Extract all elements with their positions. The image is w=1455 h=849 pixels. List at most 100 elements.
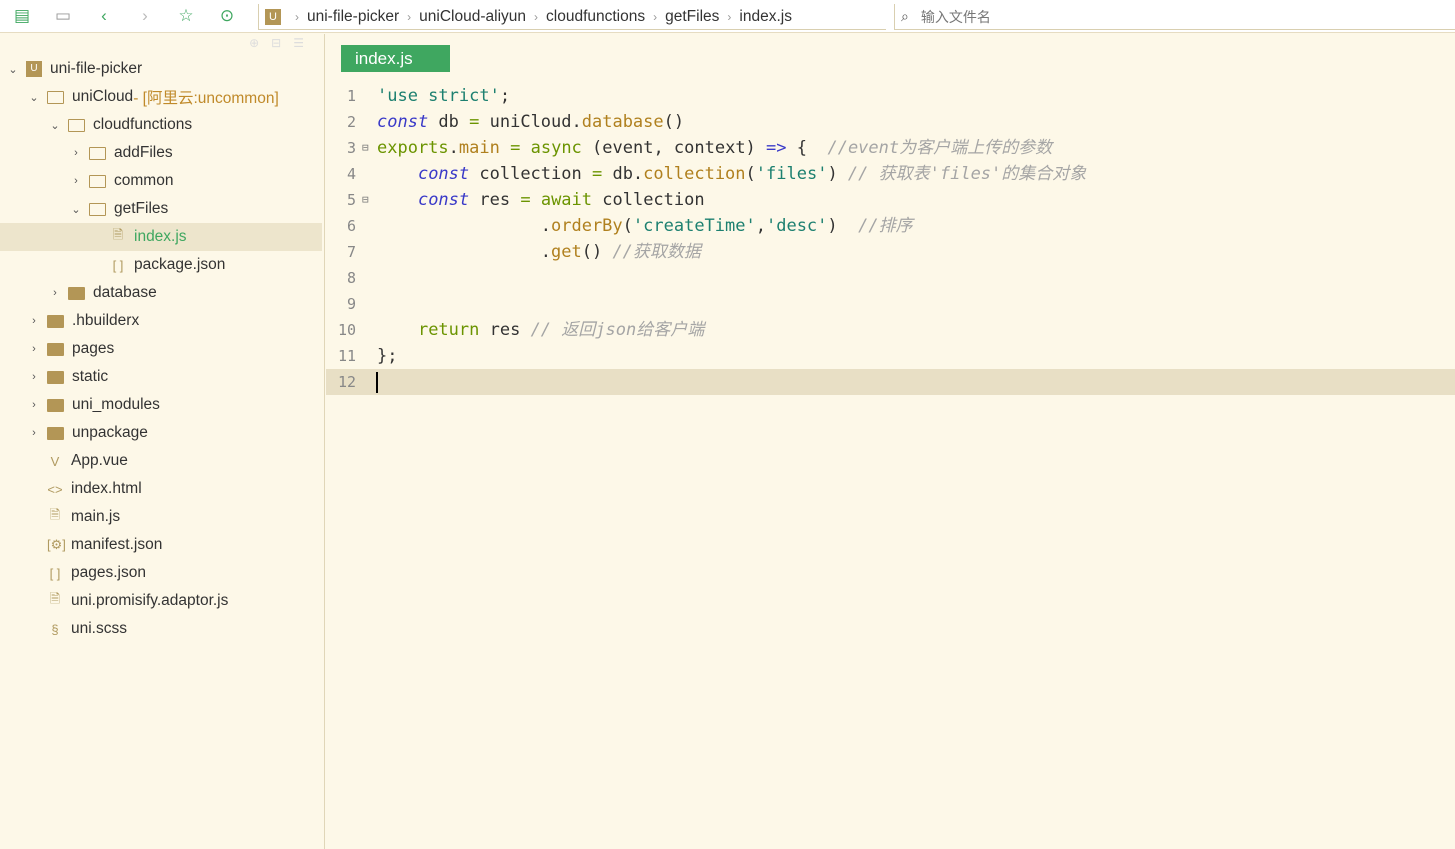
code-token-cm: //获取数据: [612, 242, 701, 262]
chevron-down-icon[interactable]: ⌄: [48, 119, 62, 132]
tree-item-label: cloudfunctions: [93, 116, 193, 133]
collapse-icon[interactable]: ⊟: [271, 36, 293, 50]
tree-item[interactable]: V App.vue: [0, 447, 322, 475]
chevron-right-icon[interactable]: ›: [69, 175, 83, 187]
code-token-str: 'createTime': [632, 216, 756, 236]
code-token-pl: ;: [499, 86, 511, 106]
code-token-pl: (: [745, 164, 756, 184]
project-icon: U: [26, 61, 42, 77]
star-icon[interactable]: ☆: [175, 6, 197, 26]
chevron-down-icon[interactable]: ⌄: [6, 63, 20, 76]
chevron-right-icon[interactable]: ›: [27, 343, 41, 355]
chevron-right-icon[interactable]: ›: [48, 287, 62, 299]
locate-icon[interactable]: ⊕: [249, 36, 271, 50]
folder-icon: [47, 90, 64, 104]
tree-item[interactable]: § uni.scss: [0, 615, 322, 643]
tree-item[interactable]: › .hbuilderx: [0, 307, 322, 335]
folder-icon: [89, 146, 106, 160]
code-line[interactable]: 8: [326, 265, 1455, 291]
chevron-right-icon[interactable]: ›: [27, 315, 41, 327]
chevron-right-icon[interactable]: ›: [27, 399, 41, 411]
fold-toggle-icon[interactable]: ⊟: [362, 135, 369, 161]
code-token-str: 'files': [755, 164, 828, 184]
code-line[interactable]: 7 .get() //获取数据: [326, 239, 1455, 265]
tree-item[interactable]: ⌄ getFiles: [0, 195, 322, 223]
code-text: const db = uniCloud.database(): [377, 109, 684, 135]
code-line[interactable]: 3 ⊟ exports.main = async (event, context) …: [326, 135, 1455, 161]
line-number: 8: [346, 269, 356, 287]
tree-item[interactable]: › pages: [0, 335, 322, 363]
breadcrumb-item[interactable]: getFiles: [665, 8, 719, 26]
breadcrumb-item[interactable]: uniCloud-aliyun: [419, 8, 526, 26]
tree-item[interactable]: [⚙] manifest.json: [0, 531, 322, 559]
tree-item[interactable]: ⌄ Uuni-file-picker: [0, 55, 322, 83]
code-token-fn: collection: [643, 164, 746, 184]
tree-item[interactable]: › unpackage: [0, 419, 322, 447]
chevron-right-icon[interactable]: ›: [69, 147, 83, 159]
code-line[interactable]: 6 .orderBy('createTime','desc') //排序: [326, 213, 1455, 239]
tree-item[interactable]: <> index.html: [0, 475, 322, 503]
line-number: 9: [346, 295, 356, 313]
chevron-down-icon[interactable]: ⌄: [27, 91, 41, 104]
code-token-pl: };: [377, 346, 398, 366]
back-icon[interactable]: ‹: [93, 6, 115, 26]
code-line[interactable]: 4 const collection = db.collection('file…: [326, 161, 1455, 187]
code-line[interactable]: 2 const db = uniCloud.database(): [326, 109, 1455, 135]
code-token-op: =: [520, 190, 531, 210]
breadcrumb: U › uni-file-picker › uniCloud-aliyun › …: [258, 4, 886, 30]
file-search-input[interactable]: ⌕ 输入文件名: [894, 4, 1455, 30]
tab-index-js[interactable]: index.js: [341, 45, 450, 72]
tree-item[interactable]: ⌄ cloudfunctions: [0, 111, 322, 139]
code-token-pl: db: [428, 112, 470, 132]
new-file-icon[interactable]: ▤: [11, 6, 33, 26]
code-token-fn: get: [551, 242, 582, 262]
tree-item[interactable]: › common: [0, 167, 322, 195]
tree-item[interactable]: 🗎 uni.promisify.adaptor.js: [0, 587, 322, 615]
code-line[interactable]: 1 'use strict';: [326, 83, 1455, 109]
code-token-kw: =>: [766, 138, 787, 158]
code-line[interactable]: 11};: [326, 343, 1455, 369]
code-token-kw: const: [417, 190, 470, 210]
run-icon[interactable]: ⊙: [216, 6, 238, 26]
breadcrumb-item[interactable]: index.js: [739, 8, 792, 26]
breadcrumb-item[interactable]: uni-file-picker: [307, 8, 399, 26]
tree-item-label: uni.scss: [71, 620, 127, 637]
file-scss-icon: §: [51, 621, 59, 637]
tree-item[interactable]: › uni_modules: [0, 391, 322, 419]
tree-item[interactable]: › static: [0, 363, 322, 391]
save-icon[interactable]: ▭: [52, 6, 74, 26]
code-token-op: exports: [377, 138, 449, 158]
tree-item[interactable]: 🗎 index.js: [0, 223, 322, 251]
chevron-right-icon: ›: [407, 9, 412, 24]
code-token-fn: database: [581, 112, 664, 132]
code-editor[interactable]: 1 'use strict'; 2 const db = uniCloud.datab…: [326, 83, 1455, 395]
chevron-down-icon[interactable]: ⌄: [69, 203, 83, 216]
tree-item[interactable]: [ ] package.json: [0, 251, 322, 279]
tree-item[interactable]: › database: [0, 279, 322, 307]
menu-icon[interactable]: ☰: [293, 36, 316, 50]
file-html-icon: <>: [47, 481, 63, 497]
code-token-op: =: [591, 164, 603, 184]
tree-item[interactable]: › addFiles: [0, 139, 322, 167]
fold-toggle-icon[interactable]: ⊟: [362, 187, 369, 213]
code-token-op: return: [417, 320, 480, 340]
chevron-right-icon[interactable]: ›: [27, 427, 41, 439]
forward-icon[interactable]: ›: [134, 6, 156, 26]
tree-item[interactable]: 🗎 main.js: [0, 503, 322, 531]
code-token-cm: //event为客户端上传的参数: [827, 138, 1053, 158]
code-line[interactable]: 10 return res // 返回json给客户端: [326, 317, 1455, 343]
code-line[interactable]: 5 ⊟ const res = await collection: [326, 187, 1455, 213]
line-number: 12: [337, 373, 356, 391]
code-line[interactable]: 12: [326, 369, 1455, 395]
breadcrumb-item[interactable]: cloudfunctions: [546, 8, 645, 26]
chevron-right-icon[interactable]: ›: [27, 371, 41, 383]
line-number: 4: [346, 165, 356, 183]
tree-item[interactable]: [ ] pages.json: [0, 559, 322, 587]
code-line[interactable]: 9: [326, 291, 1455, 317]
tree-item[interactable]: ⌄ uniCloud - [阿里云:uncommon]: [0, 83, 322, 111]
line-number: 2: [346, 113, 356, 131]
